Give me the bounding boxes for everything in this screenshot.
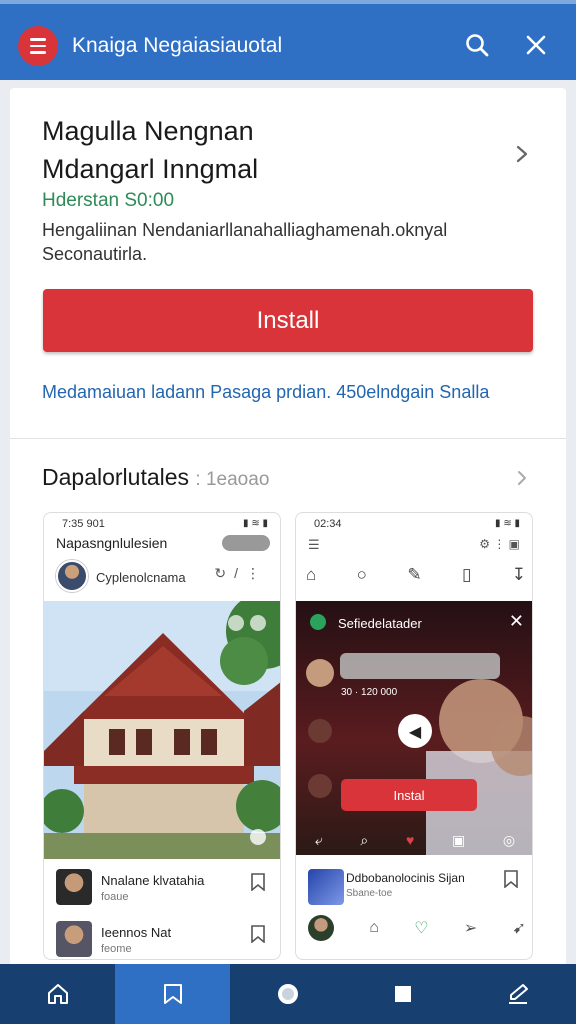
camera-icon: ◎: [502, 831, 516, 848]
heart-icon: ♥: [405, 832, 415, 848]
home-icon: ⌂: [306, 565, 317, 584]
video-player[interactable]: ◀ Sefiedelatader ✕ 30 · 120 000 Instal ⤶…: [296, 601, 532, 855]
bookmark-icon[interactable]: [250, 873, 266, 891]
circle-icon: ○: [356, 565, 367, 584]
check-icon: [310, 614, 326, 630]
toolbar-icons: ⚙ ⋮ ▣: [479, 537, 520, 551]
close-icon[interactable]: ✕: [509, 611, 524, 632]
list-item-title: Ieennos Nat: [101, 925, 172, 940]
pin-icon: ↧: [511, 565, 526, 584]
close-icon[interactable]: [521, 30, 551, 60]
avatar: [308, 915, 334, 941]
screenshots-title: Dapalorlutales: [42, 464, 190, 490]
nav-edit[interactable]: [460, 964, 575, 1024]
nav-bookmarks[interactable]: [115, 964, 230, 1024]
heart-icon: ♡: [414, 920, 429, 937]
menu-line: [30, 38, 46, 41]
action-icons: ↻/⋮: [214, 565, 268, 581]
house-photo: [44, 601, 280, 859]
bookmark-icon[interactable]: [503, 870, 519, 888]
send-icon: ➹: [512, 920, 526, 937]
status-time: 02:34: [314, 518, 342, 530]
app-details-card: Magulla Nengnan Mdangarl Inngmal Hdersta…: [10, 88, 566, 968]
chevron-right-icon[interactable]: [510, 142, 534, 166]
overlay-time: 30 · 120 000: [341, 687, 398, 698]
app-name: Magulla Nengnan Mdangarl Inngmal: [42, 112, 482, 188]
app-name-line-1: Magulla Nengnan: [42, 116, 254, 146]
screenshots-subtitle: : 1eaoao: [195, 469, 270, 490]
app-description: Hengaliinan Nendaniarllanahalliaghamenah…: [42, 220, 448, 264]
nav-square[interactable]: [345, 964, 460, 1024]
nav-circle[interactable]: [230, 964, 345, 1024]
video-frame: ◀: [306, 653, 532, 855]
video-controls: ⤶ ⌕ ♥ ▣ ◎: [296, 825, 532, 855]
list-item-subtitle: foaue: [101, 891, 129, 903]
video-title: Sefiedelatader: [338, 616, 422, 631]
search-icon[interactable]: [462, 30, 492, 60]
more-info-link[interactable]: Medamaiuan ladann Pasaga prdian. 450elnd…: [42, 382, 542, 403]
avatar: [56, 921, 92, 957]
svg-text:◀: ◀: [409, 722, 422, 741]
list-item-title: Ddbobanolocinis Sijan: [346, 871, 465, 885]
bookmark-icon: [163, 984, 182, 1004]
share-icon: ➢: [463, 920, 478, 937]
nav-home[interactable]: [0, 964, 115, 1024]
hook-icon: ⤶: [314, 831, 323, 848]
list-icon: ☰: [308, 537, 320, 552]
screenshot-action-bar: ⌂ ♡ ➢ ➹: [308, 915, 526, 941]
screenshot-header: Napasngnlulesien: [56, 535, 168, 551]
app-logo: [308, 869, 344, 905]
status-icons: ▮ ≋ ▮: [243, 518, 268, 529]
toggle-pill: [222, 535, 270, 551]
search-icon: ⌕: [360, 831, 369, 848]
list-item-subtitle: feome: [101, 943, 132, 955]
avatar: [56, 560, 88, 592]
list-item-title: Nnalane klvatahia: [101, 873, 205, 888]
square-icon: [394, 986, 411, 1002]
home-icon: ⌂: [369, 919, 379, 936]
screenshots-section-title: Dapalorlutales : 1eaoao: [42, 464, 269, 491]
top-app-bar: Knaiga Negaiasiauotal: [0, 0, 576, 80]
device-icon: ▯: [461, 565, 472, 584]
menu-button[interactable]: [18, 26, 58, 66]
frame-icon: ▣: [451, 831, 466, 848]
bookmark-icon[interactable]: [250, 925, 266, 943]
install-button[interactable]: Instal: [341, 779, 477, 811]
install-button[interactable]: Install: [43, 289, 533, 352]
screenshot-nav-icons: ⌂ ○ ✎ ▯ ↧: [306, 565, 526, 585]
bottom-navigation: [0, 964, 576, 1024]
menu-line: [30, 44, 46, 48]
list-item-subtitle: Sbane-toe: [346, 888, 393, 899]
app-name-line-2: Mdangarl Inngmal: [42, 154, 259, 184]
divider: [10, 438, 566, 439]
screenshot-1[interactable]: 7:35 901 ▮ ≋ ▮ Napasngnlulesien Cyplenol…: [43, 512, 281, 960]
screenshot-2[interactable]: 02:34 ▮ ≋ ▮ ☰ ⚙ ⋮ ▣ ⌂ ○ ✎ ▯ ↧ ◀ Sefiedel…: [295, 512, 533, 960]
feather-icon: ✎: [407, 565, 422, 584]
status-time: 7:35 901: [62, 518, 105, 530]
chevron-right-icon[interactable]: [512, 468, 532, 488]
edit-icon: [508, 984, 528, 1004]
app-price: Hderstan S0:00: [42, 190, 175, 211]
menu-line: [30, 51, 46, 54]
author-name: Cyplenolcnama: [96, 570, 186, 585]
home-icon: [47, 984, 68, 1004]
app-bar-title: Knaiga Negaiasiauotal: [72, 34, 283, 57]
circle-icon: [277, 984, 298, 1004]
status-icons: ▮ ≋ ▮: [495, 518, 520, 529]
avatar: [56, 869, 92, 905]
